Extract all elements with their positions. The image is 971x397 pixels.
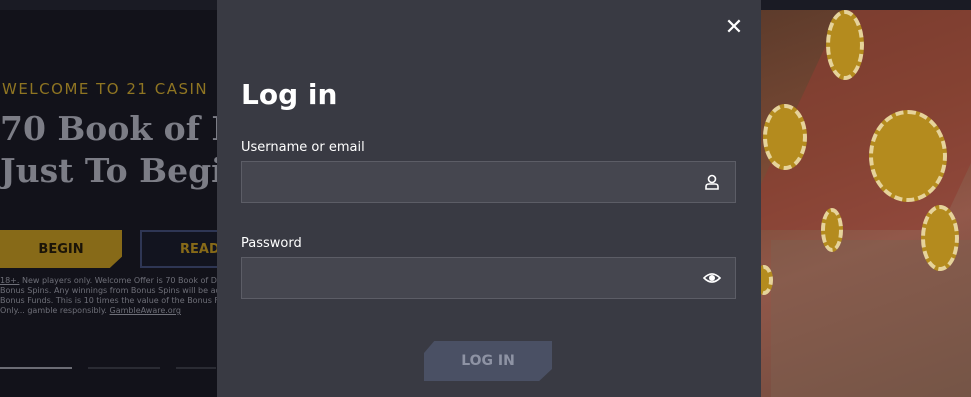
read-more-button[interactable]: READ <box>140 230 217 268</box>
username-input[interactable] <box>242 162 706 202</box>
eye-icon[interactable] <box>703 269 721 287</box>
username-field[interactable] <box>241 161 736 203</box>
password-label: Password <box>241 236 302 251</box>
user-icon <box>705 174 719 190</box>
casino-chip-icon <box>921 205 959 271</box>
welcome-text: WELCOME TO 21 CASIN <box>2 80 209 98</box>
modal-title: Log in <box>241 78 338 111</box>
login-submit-button[interactable]: LOG IN <box>424 341 552 381</box>
password-input[interactable] <box>242 258 706 298</box>
hero-headline: 70 Book of D Just To Begi <box>0 108 217 192</box>
casino-chip-icon <box>763 104 807 170</box>
headline-line-1: 70 Book of D <box>0 109 217 148</box>
hero-banner-left: WELCOME TO 21 CASIN 70 Book of D Just To… <box>0 10 217 397</box>
slider-indicator-1[interactable] <box>0 367 72 369</box>
username-label: Username or email <box>241 140 365 155</box>
begin-button[interactable]: BEGIN <box>0 230 122 268</box>
hero-banner-image <box>761 10 971 397</box>
casino-chip-icon <box>821 208 843 252</box>
terms-body: New players only. Welcome Offer is 70 Bo… <box>0 276 217 315</box>
terms-age-link[interactable]: 18+. <box>0 276 19 285</box>
gamble-aware-link[interactable]: GambleAware.org <box>110 306 181 315</box>
slider-indicator-3[interactable] <box>176 367 216 369</box>
casino-chip-icon <box>869 110 947 202</box>
slider-indicator-2[interactable] <box>88 367 160 369</box>
close-icon[interactable]: ✕ <box>722 16 746 40</box>
headline-line-2: Just To Begi <box>0 151 217 190</box>
casino-chip-icon <box>826 10 864 80</box>
password-field[interactable] <box>241 257 736 299</box>
terms-text: 18+. New players only. Welcome Offer is … <box>0 276 217 316</box>
